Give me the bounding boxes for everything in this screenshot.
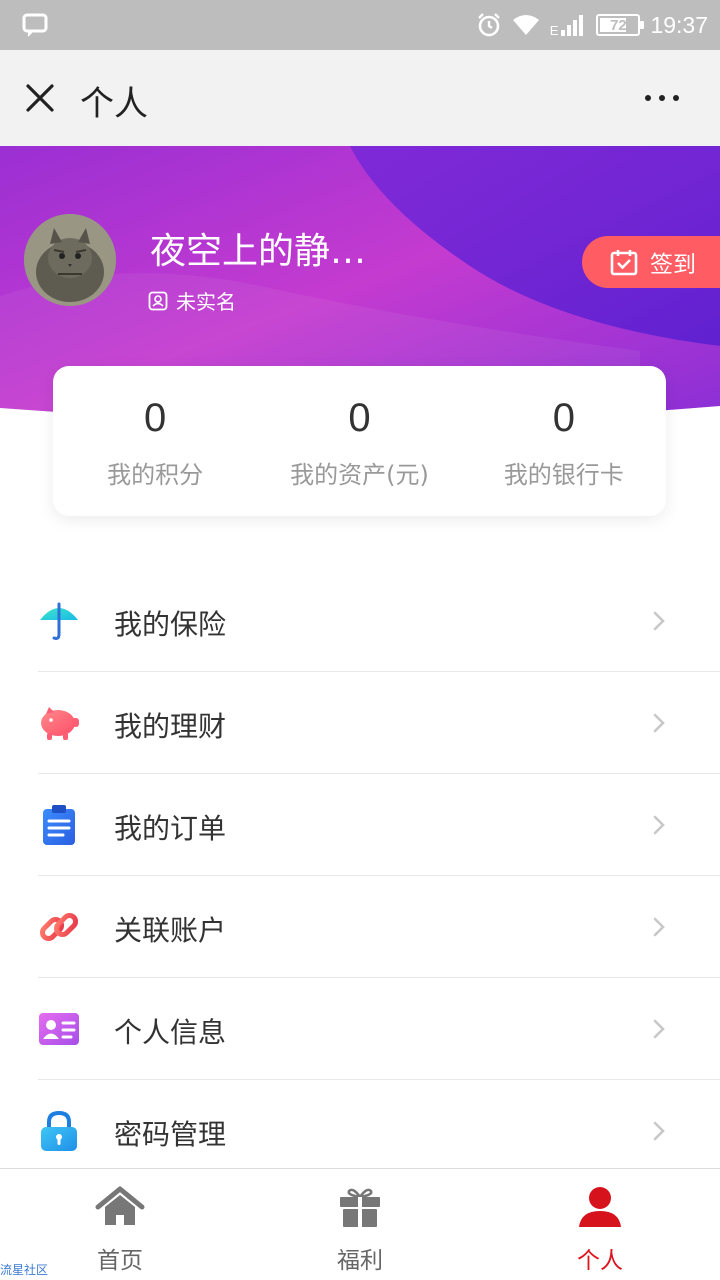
stat-bank-cards[interactable]: 0 我的银行卡 [462, 366, 666, 516]
clipboard-icon [43, 805, 75, 845]
status-bar: E 72 19:37 [0, 0, 720, 50]
umbrella-icon [40, 602, 78, 640]
chevron-right-icon [653, 1019, 665, 1039]
battery-indicator: 72 [596, 14, 645, 36]
menu-item-password[interactable]: 密码管理 [0, 1080, 720, 1182]
stat-value: 0 [348, 396, 371, 440]
nav-item-benefits[interactable]: 福利 [240, 1169, 480, 1280]
chevron-right-icon [653, 713, 665, 733]
page-title: 个人 [80, 84, 148, 124]
battery-level: 72 [610, 16, 627, 34]
stat-value: 0 [144, 396, 167, 440]
user-name: 夜空上的静谧... [150, 231, 400, 272]
dot [673, 95, 679, 101]
title-bar: 个人 [0, 50, 720, 146]
stats-card: 0 我的积分 0 我的资产(元) 0 我的银行卡 [53, 366, 666, 516]
piggy-bank-icon [41, 707, 79, 740]
chevron-right-icon [653, 815, 665, 835]
chevron-right-icon [653, 1121, 665, 1141]
id-badge-icon [148, 291, 168, 310]
verification-label: 未实名 [176, 290, 236, 314]
menu-item-orders[interactable]: 我的订单 [0, 774, 720, 876]
stat-points[interactable]: 0 我的积分 [53, 366, 257, 516]
chevron-right-icon [653, 611, 665, 631]
cat-photo [24, 214, 116, 306]
menu-label: 密码管理 [114, 1118, 227, 1151]
clock: 19:37 [650, 11, 708, 38]
id-card-icon [39, 1013, 79, 1045]
stat-label: 我的银行卡 [503, 461, 624, 489]
stat-value: 0 [552, 396, 575, 440]
menu-label: 个人信息 [114, 1016, 227, 1049]
dot [645, 95, 651, 101]
watermark: 流星社区 [0, 1263, 49, 1277]
dot [659, 95, 665, 101]
nav-label: 个人 [577, 1248, 623, 1274]
stat-label: 我的积分 [107, 461, 204, 489]
avatar[interactable] [24, 214, 116, 306]
more-options-button[interactable] [640, 86, 684, 110]
nav-item-profile[interactable]: 个人 [480, 1169, 720, 1280]
menu-item-linked-accounts[interactable]: 关联账户 [0, 876, 720, 978]
person-icon [579, 1187, 621, 1227]
calendar-check-icon [610, 250, 638, 276]
menu-label: 我的保险 [114, 608, 227, 641]
stat-label: 我的资产(元) [290, 461, 429, 489]
alarm-icon [477, 13, 500, 37]
bottom-navigation: 首页 福利 个人 流星社区 [0, 1168, 720, 1280]
nav-label: 福利 [337, 1248, 383, 1274]
checkin-label: 签到 [650, 252, 696, 278]
signal-icon [561, 15, 584, 36]
close-button[interactable] [22, 80, 58, 116]
chevron-right-icon [653, 917, 665, 937]
stat-assets[interactable]: 0 我的资产(元) [257, 366, 461, 516]
menu-list: 我的保险 我的理财 我的订单 关联账户 个人信息 密码管理 [0, 570, 720, 1182]
verification-status[interactable]: 未实名 [148, 286, 236, 315]
gift-icon [340, 1188, 380, 1227]
lock-icon [41, 1110, 77, 1151]
message-notification-icon [22, 13, 48, 37]
home-icon [95, 1186, 145, 1225]
menu-item-wealth[interactable]: 我的理财 [0, 672, 720, 774]
menu-item-insurance[interactable]: 我的保险 [0, 570, 720, 672]
link-icon [39, 912, 79, 942]
network-type: E [549, 22, 559, 38]
menu-label: 关联账户 [114, 914, 227, 947]
menu-label: 我的理财 [114, 710, 227, 743]
wifi-icon [512, 15, 539, 35]
checkin-button[interactable]: 签到 [582, 236, 720, 288]
menu-label: 我的订单 [114, 812, 227, 845]
menu-item-personal-info[interactable]: 个人信息 [0, 978, 720, 1080]
